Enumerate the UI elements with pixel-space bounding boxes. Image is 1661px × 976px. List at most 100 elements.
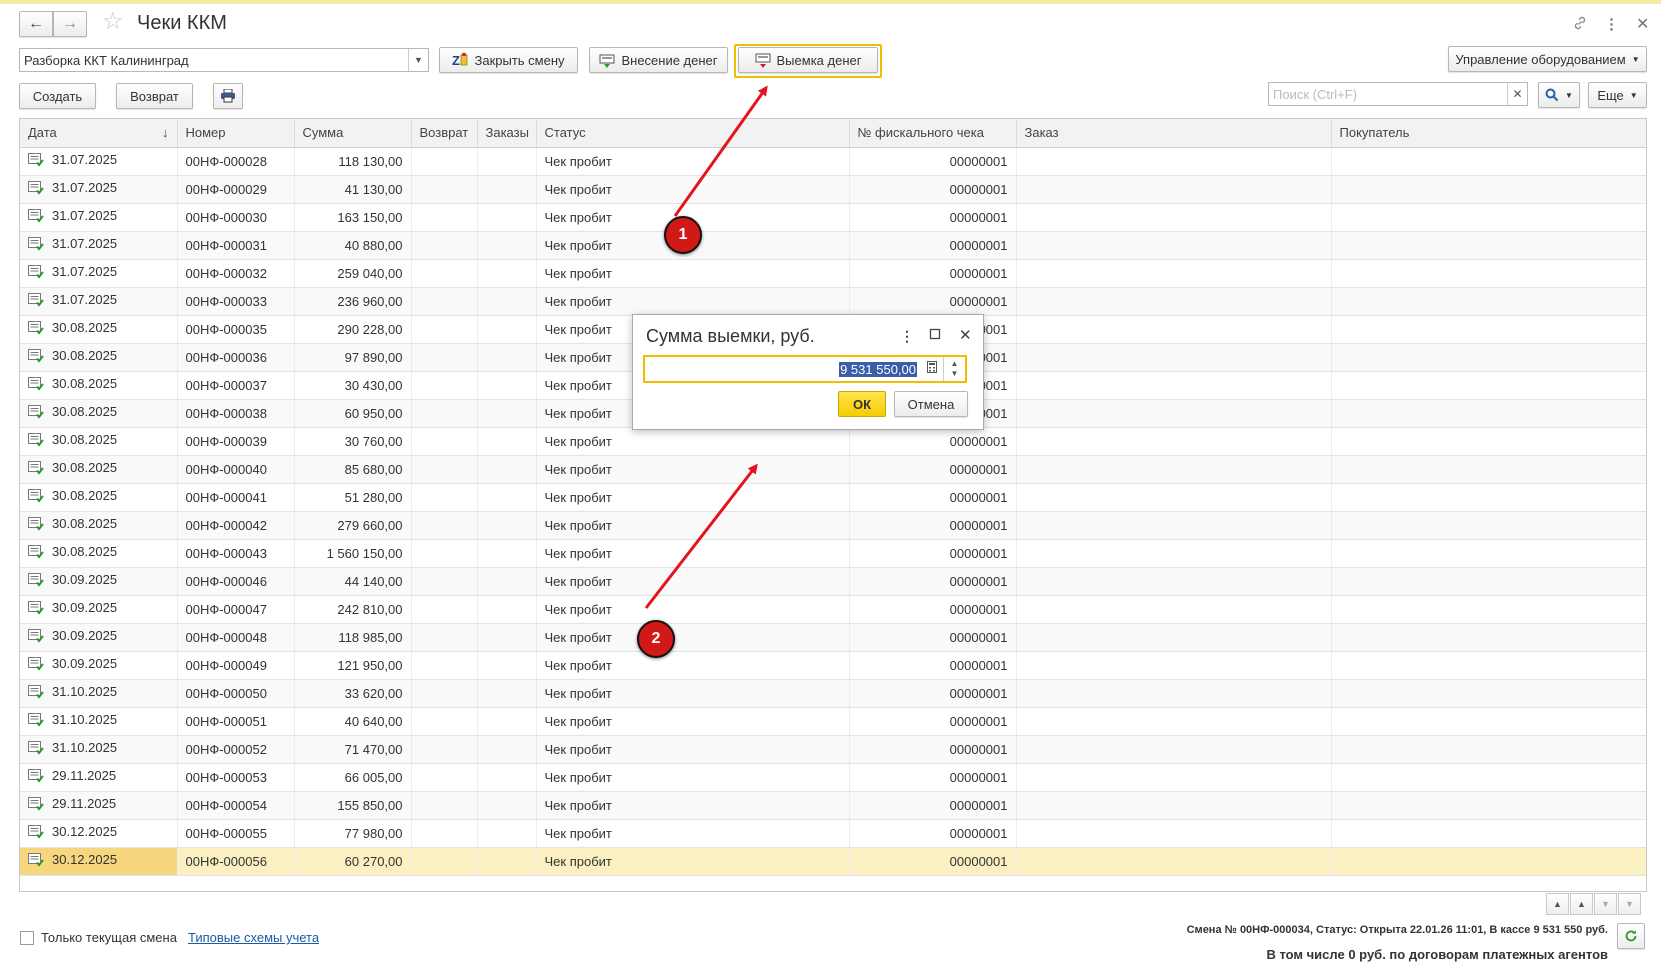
table-row[interactable]: 31.10.2025 00НФ-000051 40 640,00 Чек пробит…: [20, 707, 1646, 736]
table-row[interactable]: 31.10.2025 00НФ-000050 33 620,00 Чек пробит…: [20, 679, 1646, 708]
column-header-fiscal-number[interactable]: № фискального чека: [849, 119, 1017, 148]
link-icon[interactable]: [1572, 15, 1588, 35]
scroll-to-top-button[interactable]: ▲: [1546, 893, 1569, 915]
close-shift-button[interactable]: Z Закрыть смену: [439, 47, 578, 73]
forward-button[interactable]: →: [53, 11, 87, 37]
return-button[interactable]: Возврат: [116, 83, 193, 109]
more-button[interactable]: Еще ▼: [1588, 82, 1647, 108]
table-row[interactable]: 30.09.2025 00НФ-000046 44 140,00 Чек пробит…: [20, 567, 1646, 596]
table-cell: 30.08.2025: [20, 455, 178, 484]
kkt-select[interactable]: Разборка ККТ Калининград ▼: [19, 48, 429, 72]
cell-text: 00НФ-000028: [185, 153, 267, 169]
table-row[interactable]: 31.07.2025 00НФ-000028 118 130,00 Чек проби…: [20, 147, 1646, 176]
only-current-shift-checkbox[interactable]: [20, 931, 34, 945]
close-shift-icon: Z: [452, 52, 468, 68]
table-cell: 00НФ-000038: [177, 399, 295, 428]
cell-text: 30.08.2025: [52, 348, 118, 364]
table-row[interactable]: 30.09.2025 00НФ-000048 118 985,00 Чек проби…: [20, 623, 1646, 652]
spin-up-icon[interactable]: ▲: [951, 359, 959, 368]
chevron-down-icon[interactable]: ▼: [408, 49, 428, 71]
dialog-close-icon[interactable]: ✕: [959, 326, 972, 344]
column-header-buyer[interactable]: Покупатель: [1331, 119, 1646, 148]
deposit-button[interactable]: Внесение денег: [589, 47, 728, 73]
favorite-star-icon[interactable]: ☆: [102, 10, 124, 34]
table-cell: [1331, 763, 1646, 792]
scroll-up-button[interactable]: ▲: [1570, 893, 1593, 915]
more-vertical-icon[interactable]: ⋮: [1604, 15, 1619, 33]
print-button[interactable]: [213, 83, 243, 109]
cell-text: 30.08.2025: [52, 516, 118, 532]
cell-text: 00000001: [949, 153, 1008, 169]
table-cell: 51 280,00: [294, 483, 412, 512]
column-header-number[interactable]: Номер: [177, 119, 295, 148]
amount-spinner[interactable]: ▲ ▼: [943, 357, 965, 381]
table-row[interactable]: 30.09.2025 00НФ-000047 242 810,00 Чек проби…: [20, 595, 1646, 624]
refresh-button[interactable]: [1617, 923, 1645, 949]
table-row[interactable]: 31.10.2025 00НФ-000052 71 470,00 Чек пробит…: [20, 735, 1646, 764]
back-button[interactable]: ←: [19, 11, 53, 37]
close-icon[interactable]: ✕: [1636, 14, 1649, 34]
accounting-schemes-link[interactable]: Типовые схемы учета: [188, 930, 319, 945]
create-button[interactable]: Создать: [19, 83, 96, 109]
table-row[interactable]: 30.08.2025 00НФ-000042 279 660,00 Чек проби…: [20, 511, 1646, 540]
dialog-title: Сумма выемки, руб.: [646, 326, 815, 346]
table-body: 31.07.2025 00НФ-000028 118 130,00 Чек проби…: [20, 147, 1646, 876]
table-cell: [1331, 343, 1646, 372]
column-header-orders[interactable]: Заказы: [477, 119, 537, 148]
table-cell: [411, 511, 478, 540]
cell-text: 00НФ-000035: [185, 321, 267, 337]
table-row[interactable]: 30.12.2025 00НФ-000055 77 980,00 Чек пробит…: [20, 819, 1646, 848]
table-cell: [477, 539, 537, 568]
table-row[interactable]: 30.12.2025 00НФ-000056 60 270,00 Чек пробит…: [20, 847, 1646, 876]
table-cell: 00НФ-000047: [177, 595, 295, 624]
table-row[interactable]: 30.08.2025 00НФ-000043 1 560 150,00 Чек про…: [20, 539, 1646, 568]
column-header-date[interactable]: Дата ↓: [20, 119, 178, 148]
receipt-doc-icon: [28, 236, 44, 254]
table-cell: Чек пробит: [536, 175, 850, 204]
receipt-doc-icon: [28, 684, 44, 702]
table-cell: 00НФ-000037: [177, 371, 295, 400]
table-row[interactable]: 31.07.2025 00НФ-000032 259 040,00 Чек проби…: [20, 259, 1646, 288]
column-header-sum[interactable]: Сумма: [294, 119, 412, 148]
column-header-order[interactable]: Заказ: [1016, 119, 1332, 148]
column-header-return[interactable]: Возврат: [411, 119, 478, 148]
table-row[interactable]: 29.11.2025 00НФ-000054 155 850,00 Чек проби…: [20, 791, 1646, 820]
search-input[interactable]: Поиск (Ctrl+F) ✕: [1268, 82, 1528, 106]
cancel-button[interactable]: Отмена: [894, 391, 968, 417]
table-row[interactable]: 30.08.2025 00НФ-000040 85 680,00 Чек пробит…: [20, 455, 1646, 484]
clear-search-icon[interactable]: ✕: [1507, 83, 1527, 105]
table-cell: [411, 343, 478, 372]
dialog-more-icon[interactable]: ⋮: [900, 328, 914, 345]
dialog-maximize-icon[interactable]: [929, 327, 941, 343]
spin-down-icon[interactable]: ▼: [951, 369, 959, 378]
table-row[interactable]: 29.11.2025 00НФ-000053 66 005,00 Чек пробит…: [20, 763, 1646, 792]
equipment-label: Управление оборудованием: [1455, 51, 1626, 67]
table-cell: 30.09.2025: [20, 595, 178, 624]
cell-text: 00000001: [949, 685, 1008, 701]
ok-button[interactable]: ОК: [838, 391, 886, 417]
table-cell: 163 150,00: [294, 203, 412, 232]
table-row[interactable]: 31.07.2025 00НФ-000033 236 960,00 Чек проби…: [20, 287, 1646, 316]
table-row[interactable]: 30.09.2025 00НФ-000049 121 950,00 Чек проби…: [20, 651, 1646, 680]
only-current-shift-label[interactable]: Только текущая смена: [41, 930, 177, 945]
table-cell: 00000001: [849, 791, 1017, 820]
table-row[interactable]: 30.08.2025 00НФ-000039 30 760,00 Чек пробит…: [20, 427, 1646, 456]
cell-text: Чек пробит: [544, 629, 612, 645]
receipt-doc-icon: [28, 320, 44, 338]
table-row[interactable]: 31.07.2025 00НФ-000029 41 130,00 Чек пробит…: [20, 175, 1646, 204]
withdraw-button[interactable]: Выемка денег: [738, 47, 878, 73]
column-header-status[interactable]: Статус: [536, 119, 850, 148]
table-row[interactable]: 31.07.2025 00НФ-000030 163 150,00 Чек проби…: [20, 203, 1646, 232]
withdrawal-amount-input[interactable]: 9 531 550,00 ▲ ▼: [643, 355, 967, 383]
table-cell: [1016, 539, 1332, 568]
table-cell: [1331, 567, 1646, 596]
table-row[interactable]: 30.08.2025 00НФ-000041 51 280,00 Чек пробит…: [20, 483, 1646, 512]
search-button[interactable]: ▼: [1538, 82, 1580, 108]
table-cell: Чек пробит: [536, 791, 850, 820]
table-row[interactable]: 31.07.2025 00НФ-000031 40 880,00 Чек пробит…: [20, 231, 1646, 260]
equipment-menu-button[interactable]: Управление оборудованием ▼: [1448, 46, 1647, 72]
table-cell: [477, 315, 537, 344]
calculator-icon[interactable]: [921, 357, 943, 381]
scroll-to-bottom-button[interactable]: ▼: [1618, 893, 1641, 915]
scroll-down-button[interactable]: ▼: [1594, 893, 1617, 915]
